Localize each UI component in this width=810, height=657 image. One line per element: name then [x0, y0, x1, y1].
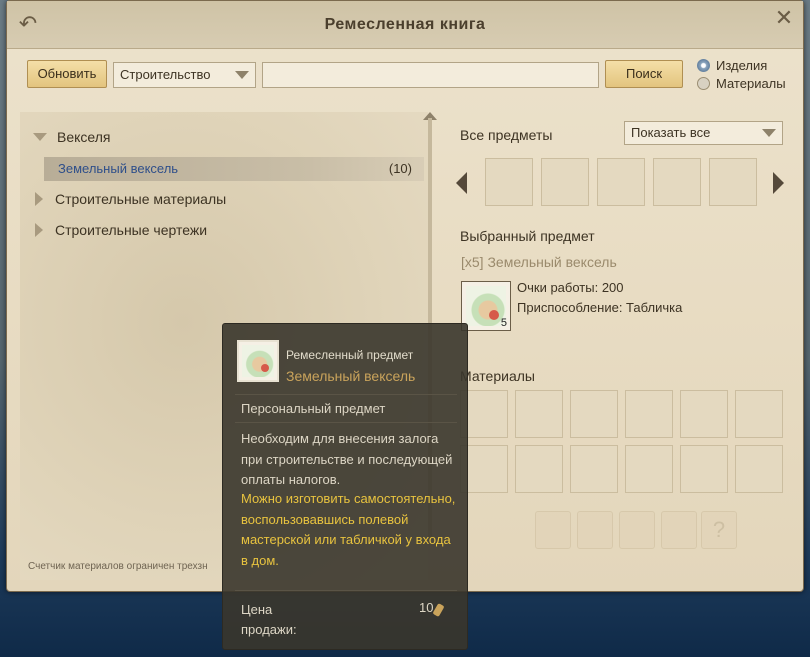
- seal-icon: [261, 364, 269, 372]
- material-slot[interactable]: [570, 390, 618, 438]
- workbench-icon[interactable]: [619, 511, 655, 549]
- tree-group-bills[interactable]: Векселя: [33, 129, 110, 145]
- item-slot[interactable]: [709, 158, 757, 206]
- prev-page-arrow-icon[interactable]: [456, 172, 467, 194]
- tooltip-divider: [235, 590, 457, 591]
- material-slot[interactable]: [625, 390, 673, 438]
- material-slot[interactable]: [570, 445, 618, 493]
- search-button[interactable]: Поиск: [605, 60, 683, 88]
- workbench-icon[interactable]: [661, 511, 697, 549]
- tooltip-price-value: 10: [419, 600, 434, 615]
- radio-products-label: Изделия: [716, 58, 768, 73]
- tooltip-divider: [235, 394, 457, 395]
- required-tool: Приспособление: Табличка: [517, 300, 683, 315]
- tree-item-land-bill[interactable]: Земельный вексель (10): [44, 157, 424, 181]
- workbench-icon[interactable]: [577, 511, 613, 549]
- material-slot[interactable]: [735, 390, 783, 438]
- tooltip-item-name: Земельный вексель: [286, 368, 416, 384]
- work-points: Очки работы: 200: [517, 280, 624, 295]
- material-slot[interactable]: [515, 390, 563, 438]
- scroll-icon: [242, 345, 274, 377]
- item-slot[interactable]: [597, 158, 645, 206]
- radio-products[interactable]: Изделия: [697, 58, 767, 73]
- radio-materials[interactable]: Материалы: [697, 76, 786, 91]
- land-bill-icon: [237, 340, 279, 382]
- filter-value: Показать все: [631, 125, 711, 140]
- category-dropdown[interactable]: Строительство: [113, 62, 256, 88]
- filter-dropdown[interactable]: Показать все: [624, 121, 783, 145]
- tree-group-building-materials[interactable]: Строительные материалы: [35, 191, 226, 207]
- tooltip-description: Необходим для внесения залога при строит…: [241, 431, 453, 487]
- tooltip-price-label: Цена продажи:: [241, 602, 297, 637]
- material-slot[interactable]: [515, 445, 563, 493]
- close-icon[interactable]: ✕: [773, 7, 795, 29]
- search-input[interactable]: [262, 62, 599, 88]
- tooltip-craft-note: Можно изготовить самостоятельно, восполь…: [241, 491, 456, 568]
- materials-footnote: Счетчик материалов ограничен трехзн: [28, 561, 208, 572]
- item-slot[interactable]: [485, 158, 533, 206]
- radio-selected-icon: [697, 59, 710, 72]
- tree-group-label: Строительные чертежи: [55, 222, 208, 238]
- radio-unselected-icon: [697, 77, 710, 90]
- material-slot[interactable]: [735, 445, 783, 493]
- material-slot[interactable]: [625, 445, 673, 493]
- item-slot[interactable]: [653, 158, 701, 206]
- expanded-triangle-icon: [33, 133, 47, 141]
- title-bar: ↶ Ремесленная книга ✕: [7, 1, 803, 49]
- seal-icon: [489, 310, 499, 320]
- tree-group-label: Векселя: [57, 129, 111, 145]
- tree-group-building-blueprints[interactable]: Строительные чертежи: [35, 222, 207, 238]
- tree-group-label: Строительные материалы: [55, 191, 227, 207]
- tooltip-personal: Персональный предмет: [241, 401, 386, 416]
- refresh-button[interactable]: Обновить: [27, 60, 107, 88]
- all-items-label: Все предметы: [460, 127, 553, 143]
- next-page-arrow-icon[interactable]: [773, 172, 784, 194]
- collapsed-triangle-icon: [35, 223, 43, 237]
- radio-materials-label: Материалы: [716, 76, 786, 91]
- land-bill-icon[interactable]: 5: [461, 281, 511, 331]
- material-slot[interactable]: [680, 390, 728, 438]
- item-tooltip: Ремесленный предмет Земельный вексель Пе…: [222, 323, 468, 650]
- collapsed-triangle-icon: [35, 192, 43, 206]
- tooltip-item-type: Ремесленный предмет: [286, 348, 414, 362]
- category-value: Строительство: [120, 67, 211, 82]
- tree-item-count: (10): [388, 161, 412, 176]
- question-mark-icon[interactable]: ?: [701, 511, 737, 549]
- chevron-down-icon: [762, 129, 776, 137]
- tooltip-divider: [235, 422, 457, 423]
- window-title: Ремесленная книга: [324, 16, 486, 33]
- selected-item-name: [x5] Земельный вексель: [461, 254, 617, 270]
- chevron-down-icon: [235, 71, 249, 79]
- tree-item-label: Земельный вексель: [58, 161, 179, 176]
- coin-icon: [432, 603, 445, 617]
- material-slot[interactable]: [680, 445, 728, 493]
- item-quantity: 5: [500, 317, 507, 329]
- materials-label: Материалы: [460, 368, 535, 384]
- workbench-icon[interactable]: [535, 511, 571, 549]
- item-slot[interactable]: [541, 158, 589, 206]
- selected-item-label: Выбранный предмет: [460, 228, 595, 244]
